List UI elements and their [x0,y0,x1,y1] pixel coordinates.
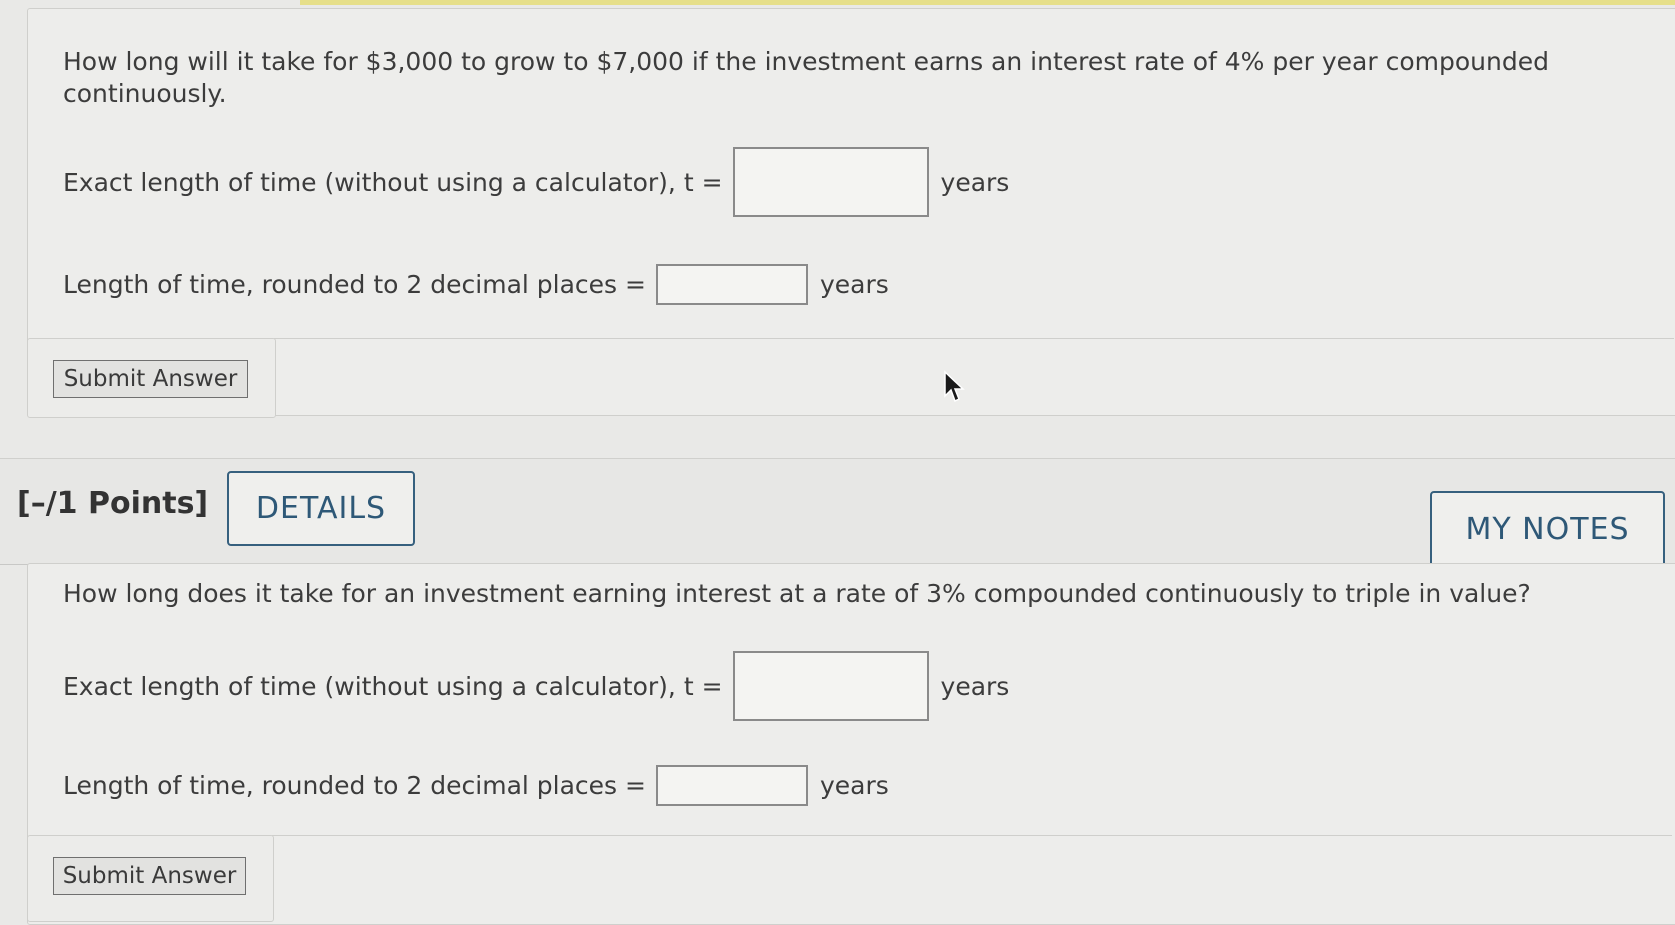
question-1-rounded-input[interactable] [655,264,808,305]
mouse-pointer-icon [944,370,965,403]
question-2-rounded-label: Length of time, rounded to 2 decimal pla… [63,771,646,800]
question-1-divider [274,338,1674,339]
question-2-rounded-unit: years [819,771,889,800]
question-2-card [27,563,1675,925]
question-1-text: How long will it take for $3,000 to grow… [63,47,1549,108]
question-2-points-label: [–/1 Points] [17,486,209,521]
question-2-exact-row: Exact length of time (without using a ca… [63,651,1009,721]
my-notes-button[interactable]: MY NOTES [1430,491,1665,568]
question-2-exact-unit: years [940,671,1010,701]
top-highlight-strip [300,0,1675,5]
question-2-rounded-input[interactable] [655,765,808,806]
question-1-rounded-unit: years [819,270,889,299]
details-button[interactable]: DETAILS [227,471,415,546]
question-2-rounded-row: Length of time, rounded to 2 decimal pla… [63,765,889,806]
question-1-submit-button[interactable]: Submit Answer [53,360,248,398]
question-1-exact-unit: years [940,167,1010,197]
question-1-exact-row: Exact length of time (without using a ca… [63,147,1009,217]
question-2-text: How long does it take for an investment … [63,579,1531,608]
question-2-exact-label: Exact length of time (without using a ca… [63,671,723,701]
question-2-exact-input[interactable] [732,651,929,721]
question-2-divider [272,835,1672,836]
question-1-rounded-row: Length of time, rounded to 2 decimal pla… [63,264,889,305]
question-1-exact-label: Exact length of time (without using a ca… [63,167,723,197]
question-1-exact-input[interactable] [732,147,929,217]
question-2-submit-button[interactable]: Submit Answer [53,857,246,895]
question-1-rounded-label: Length of time, rounded to 2 decimal pla… [63,270,646,299]
